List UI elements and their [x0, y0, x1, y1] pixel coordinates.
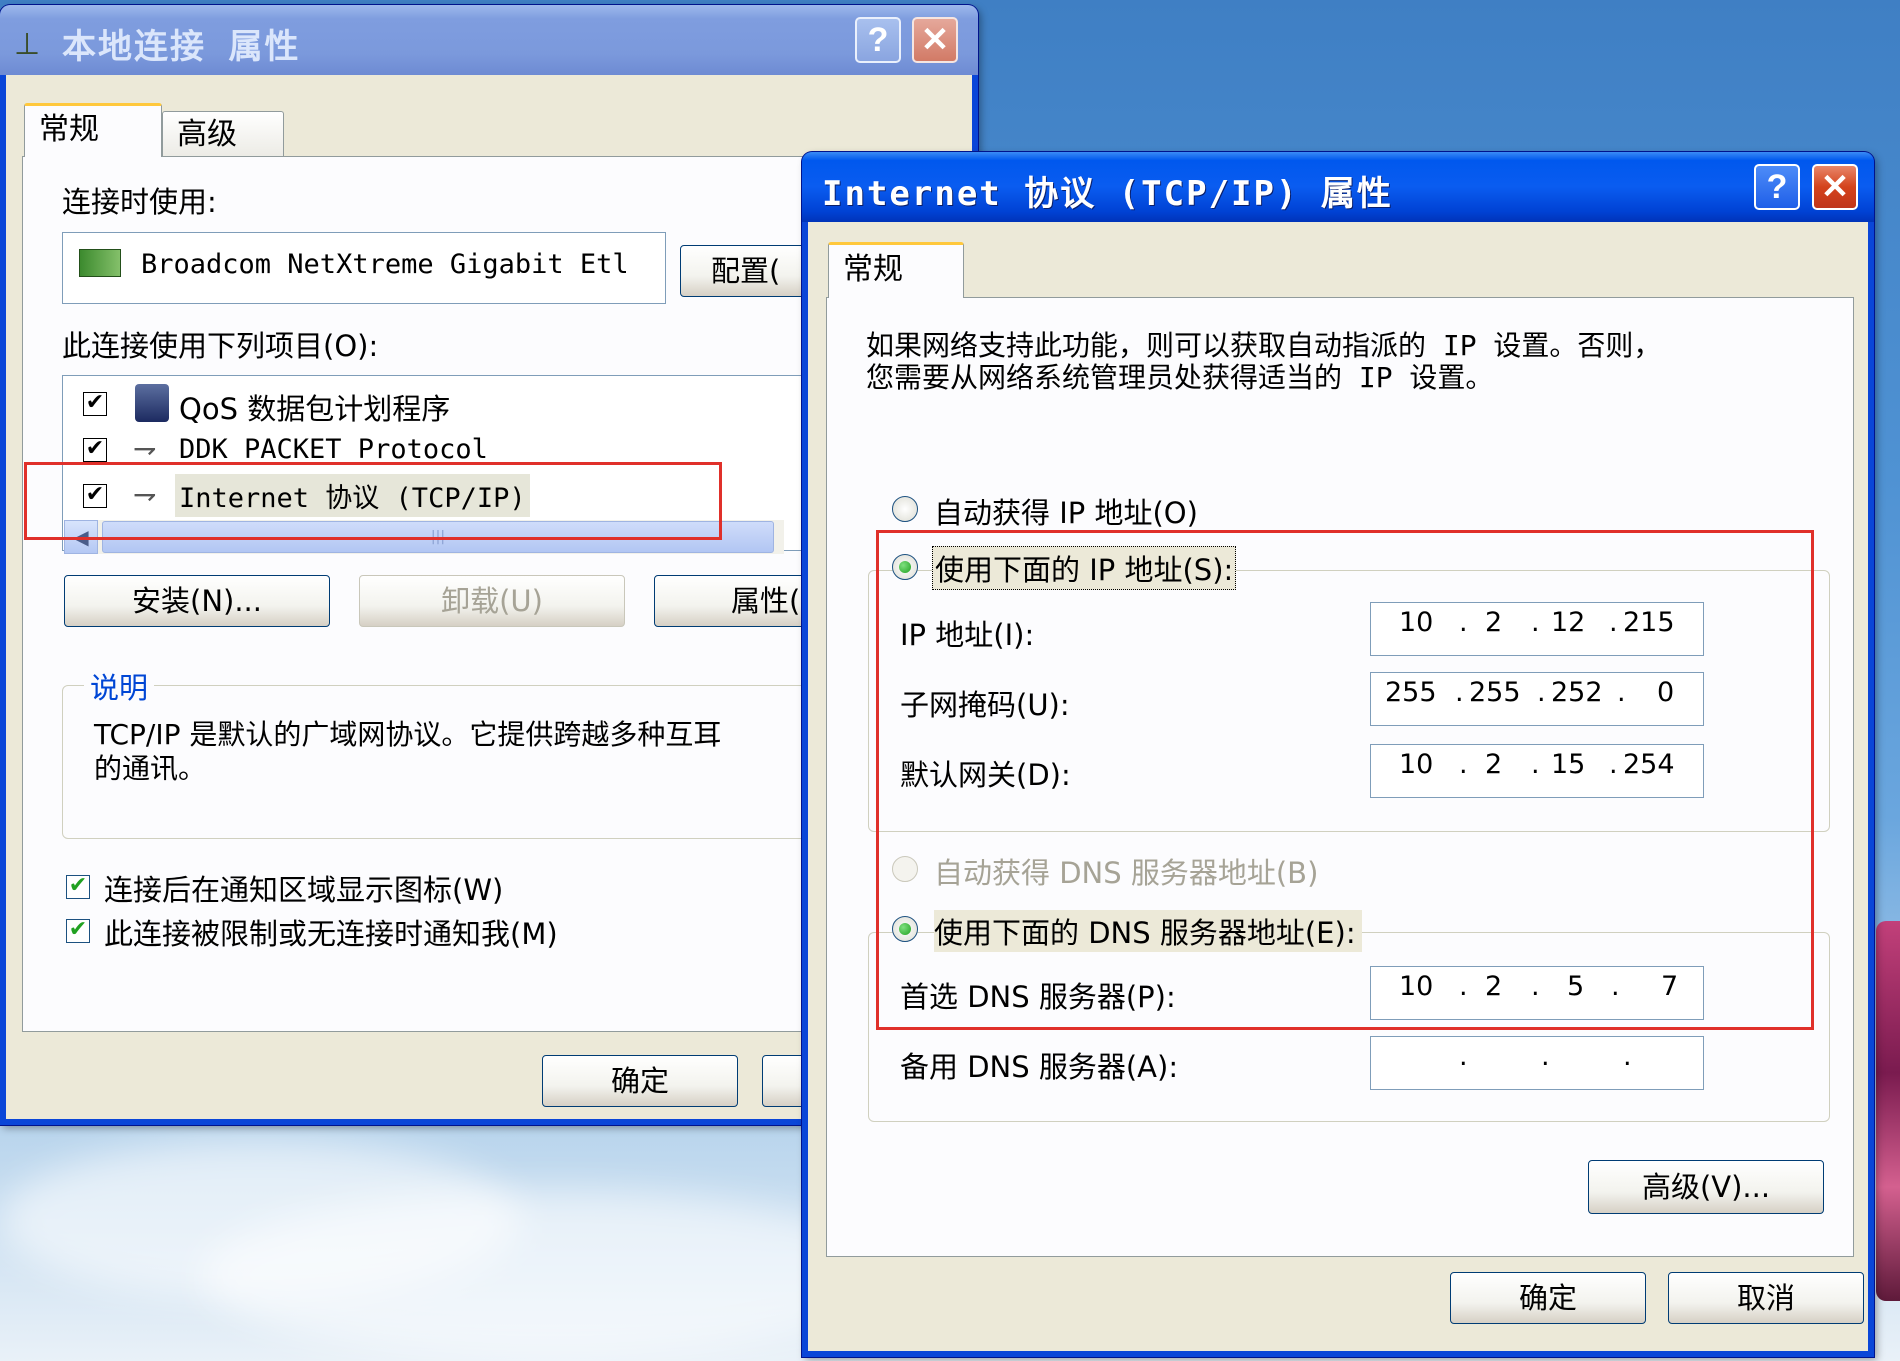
highlight-static-settings: [876, 530, 1814, 1030]
show-icon-checkbox[interactable]: ✔: [66, 875, 90, 899]
window1-titlebar[interactable]: ⊥ 本地连接 属性 ? ✕: [0, 5, 978, 75]
description-text-line2: 的通讯。: [94, 752, 207, 785]
highlight-tcpip-item: [24, 462, 722, 540]
help-button[interactable]: ?: [1754, 164, 1800, 210]
tab-general[interactable]: 常规: [24, 103, 162, 157]
notify-label[interactable]: 此连接被限制或无连接时通知我(M): [104, 911, 558, 953]
ok-button[interactable]: 确定: [1450, 1272, 1646, 1324]
alternate-dns-field[interactable]: . . .: [1370, 1036, 1704, 1090]
items-label: 此连接使用下列项目(O):: [62, 329, 379, 363]
window1-title: 本地连接 属性: [62, 27, 301, 67]
qos-scheduler-icon: [135, 384, 169, 422]
tab-advanced[interactable]: 高级: [162, 111, 284, 157]
window1-ok-button[interactable]: 确定: [542, 1055, 738, 1107]
desktop-flower: [1876, 921, 1900, 1301]
item-label: QoS 数据包计划程序: [179, 392, 451, 426]
desktop-cloud: [200, 1190, 900, 1360]
protocol-icon: ⇁: [133, 432, 157, 465]
tab-general[interactable]: 常规: [828, 242, 964, 298]
notify-checkbox[interactable]: ✔: [66, 919, 90, 943]
adapter-name: Broadcom NetXtreme Gigabit Etl: [141, 249, 629, 280]
alternate-dns-label: 备用 DNS 服务器(A):: [900, 1050, 1179, 1084]
show-icon-label[interactable]: 连接后在通知区域显示图标(W): [104, 867, 503, 909]
description-title: 说明: [84, 665, 155, 707]
item-checkbox[interactable]: ✔: [83, 438, 107, 462]
auto-ip-radio[interactable]: [892, 496, 918, 522]
list-item[interactable]: ✔ QoS 数据包计划程序: [63, 384, 803, 426]
cancel-button[interactable]: 取消: [1668, 1272, 1864, 1324]
item-label: DDK PACKET Protocol: [179, 434, 488, 465]
network-adapter-icon: [79, 249, 121, 277]
close-button[interactable]: ✕: [1812, 164, 1858, 210]
install-button[interactable]: 安装(N)...: [64, 575, 330, 627]
connect-using-label: 连接时使用:: [62, 185, 217, 219]
window2-titlebar[interactable]: Internet 协议 (TCP/IP) 属性 ? ✕: [802, 152, 1874, 222]
properties-button[interactable]: 属性(: [654, 575, 820, 627]
help-button[interactable]: ?: [855, 17, 901, 63]
configure-button[interactable]: 配置(: [680, 245, 820, 297]
uninstall-button[interactable]: 卸载(U): [359, 575, 625, 627]
intro-text-line2: 您需要从网络系统管理员处获得适当的 IP 设置。: [866, 361, 1494, 394]
advanced-button[interactable]: 高级(V)...: [1588, 1160, 1824, 1214]
window2-title: Internet 协议 (TCP/IP) 属性: [822, 174, 1393, 214]
adapter-field: Broadcom NetXtreme Gigabit Etl: [62, 232, 666, 304]
auto-ip-label[interactable]: 自动获得 IP 地址(O): [934, 490, 1198, 532]
network-connection-icon: ⊥: [14, 27, 41, 62]
close-button[interactable]: ✕: [912, 17, 958, 63]
item-checkbox[interactable]: ✔: [83, 392, 107, 416]
